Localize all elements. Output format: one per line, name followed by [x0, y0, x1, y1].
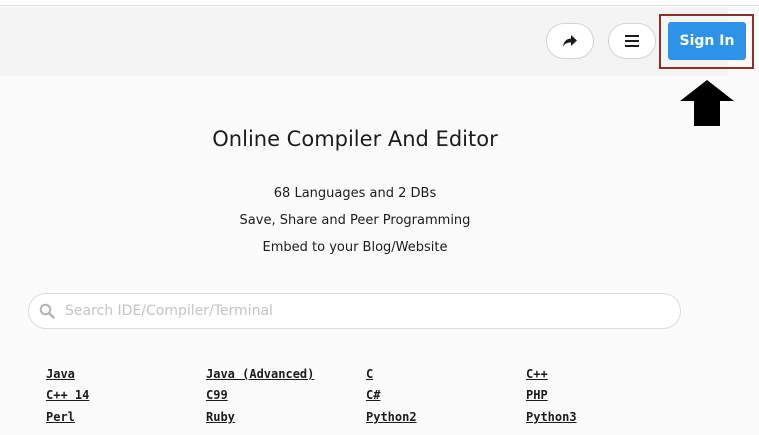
sign-in-button[interactable]: Sign In [668, 22, 746, 60]
lang-link-python2[interactable]: Python2 [366, 410, 417, 424]
top-border [0, 0, 759, 6]
subtitle-embed: Embed to your Blog/Website [262, 240, 448, 255]
lang-link-c99[interactable]: C99 [206, 388, 228, 402]
lang-link-ruby[interactable]: Ruby [206, 410, 235, 424]
lang-link-php[interactable]: PHP [526, 388, 548, 402]
lang-link-csharp[interactable]: C# [366, 388, 380, 402]
lang-link-c[interactable]: C [366, 367, 373, 381]
lang-link-java-advanced[interactable]: Java (Advanced) [206, 367, 314, 381]
lang-link-python3[interactable]: Python3 [526, 410, 577, 424]
menu-button[interactable] [608, 23, 656, 59]
lang-link-perl[interactable]: Perl [46, 410, 75, 424]
page-title: Online Compiler And Editor [212, 127, 498, 151]
hamburger-menu-icon [625, 35, 639, 47]
search-icon [39, 303, 55, 319]
search-input[interactable] [65, 303, 680, 319]
share-button[interactable] [546, 23, 594, 59]
lang-link-java[interactable]: Java [46, 367, 75, 381]
up-arrow-icon [680, 80, 734, 126]
right-gutter [728, 7, 759, 435]
share-arrow-icon [563, 35, 577, 47]
subtitle-share: Save, Share and Peer Programming [239, 213, 471, 228]
lang-link-cpp14[interactable]: C++ 14 [46, 388, 89, 402]
search-bar[interactable] [28, 293, 681, 329]
subtitle-languages: 68 Languages and 2 DBs [273, 186, 437, 201]
lang-link-cpp[interactable]: C++ [526, 367, 548, 381]
